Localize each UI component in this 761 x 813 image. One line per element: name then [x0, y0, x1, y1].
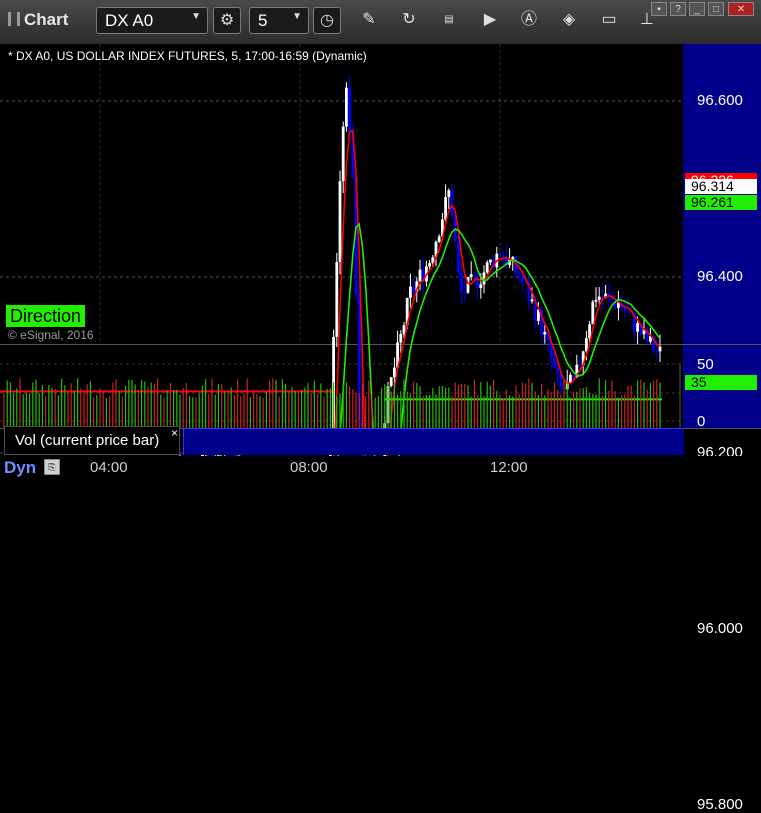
price-tick-label: 96.600: [697, 92, 743, 109]
minimize-icon[interactable]: _: [689, 2, 705, 16]
candle-body: [409, 286, 412, 298]
refresh-icon[interactable]: ↻: [398, 9, 420, 31]
lock-icon[interactable]: ⎘: [44, 459, 60, 475]
candle-body: [572, 374, 575, 378]
interval-combo[interactable]: 5 ▼: [249, 7, 309, 34]
time-label-0400: 04:00: [90, 459, 128, 476]
candle-body: [345, 87, 348, 127]
symbol-value: DX A0: [105, 11, 154, 30]
close-icon[interactable]: ×: [171, 426, 178, 440]
play-icon[interactable]: ▶: [479, 9, 501, 31]
candle-body: [476, 275, 479, 288]
candle-body: [341, 126, 345, 182]
get-icon[interactable]: ▤: [438, 9, 460, 31]
price-tick-label: 96.400: [697, 268, 743, 285]
volume-study-tab[interactable]: Vol (current price bar): [4, 426, 180, 455]
last-price-tag: 96.314: [685, 179, 757, 194]
copyright-text: © eSignal, 2016: [8, 328, 94, 342]
volume-study-area: [183, 428, 684, 455]
time-label-0800: 08:00: [290, 459, 328, 476]
candle-body: [530, 299, 534, 302]
candle-body: [335, 262, 339, 337]
candle-body: [348, 87, 351, 132]
candle-body: [591, 301, 595, 325]
candle-body: [393, 367, 396, 378]
candle-body: [418, 269, 422, 282]
candle-body: [399, 333, 403, 343]
candle-body: [469, 274, 473, 278]
candle-body: [626, 310, 630, 312]
chart-info-line: * DX A0, US DOLLAR INDEX FUTURES, 5, 17:…: [8, 49, 367, 63]
price-tick-label: 96.000: [697, 620, 743, 637]
chart-area[interactable]: [0, 44, 761, 456]
candle-body: [569, 374, 572, 383]
candle-body: [556, 367, 559, 374]
maximize-icon[interactable]: □: [708, 2, 724, 16]
price-tick-label: 95.800: [697, 796, 743, 813]
candle-body: [594, 299, 598, 302]
candle-body: [498, 253, 502, 256]
candle-body: [479, 284, 483, 288]
candle-body: [578, 364, 582, 366]
eraser-icon[interactable]: ◈: [558, 9, 580, 31]
candle-body: [501, 255, 505, 258]
candle-body: [428, 263, 431, 267]
candle-body: [597, 296, 601, 300]
green-ma-tag: 96.261: [685, 195, 757, 210]
candle-body: [553, 358, 556, 368]
price-plot-bg: [0, 44, 683, 344]
candle-body: [489, 259, 492, 263]
candle-body: [658, 346, 662, 352]
chevron-down-icon[interactable]: ▼: [292, 11, 302, 22]
direction-badge: Direction: [6, 305, 86, 327]
candle-body: [463, 291, 467, 293]
chart-toolbar: Chart DX A0 ▼ ⚙ 5 ▼ ◷ ✎ ↻ ▤ ▶ Ⓐ ◈ ▭ ⊥ ▪ ? …: [0, 0, 761, 45]
volume-tick-0: 0: [697, 413, 706, 430]
candle-body: [437, 236, 441, 242]
help-icon[interactable]: ?: [670, 2, 686, 16]
candle-body: [543, 331, 547, 335]
candle-body: [338, 181, 342, 263]
candle-body: [460, 273, 463, 292]
candle-body: [485, 262, 489, 273]
candle-body: [412, 286, 415, 292]
grip-icon[interactable]: [8, 12, 20, 26]
dynamic-label[interactable]: Dyn: [4, 458, 36, 478]
pin-window-icon[interactable]: ▪: [651, 2, 667, 16]
window-title: Chart: [8, 10, 68, 30]
cycle-settings-icon[interactable]: ⚙: [213, 7, 241, 34]
chevron-down-icon[interactable]: ▼: [191, 11, 201, 22]
candle-body: [636, 322, 639, 332]
window-title-text: Chart: [24, 10, 69, 29]
volume-tick-50: 50: [697, 356, 714, 373]
close-icon[interactable]: ✕: [728, 2, 754, 16]
candle-body: [444, 197, 447, 220]
candle-body: [655, 350, 659, 352]
candle-body: [447, 190, 451, 198]
alert-icon[interactable]: Ⓐ: [518, 9, 540, 31]
pencil-icon[interactable]: ✎: [358, 9, 380, 31]
interval-value: 5: [258, 11, 268, 30]
candle-body: [389, 377, 393, 386]
candle-body: [517, 273, 521, 278]
candle-body: [457, 240, 460, 274]
clock-icon[interactable]: ◷: [313, 7, 341, 34]
symbol-combo[interactable]: DX A0 ▼: [96, 7, 208, 34]
volume-tag: 35: [685, 375, 757, 390]
candle-body: [521, 277, 524, 283]
time-label-1200: 12:00: [490, 459, 528, 476]
comment-icon[interactable]: ▭: [598, 9, 620, 31]
candle-body: [450, 190, 454, 216]
candle-body: [473, 274, 476, 276]
